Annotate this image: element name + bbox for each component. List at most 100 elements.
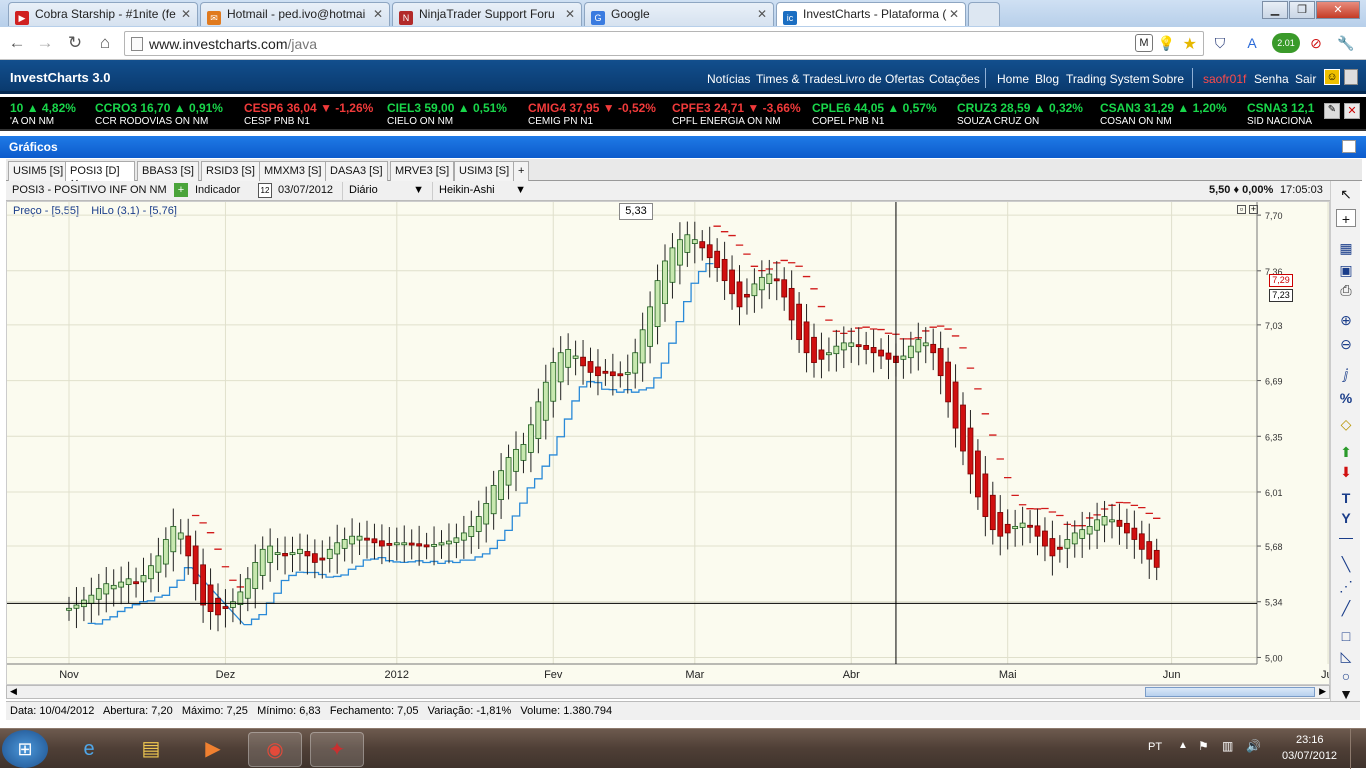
network-icon[interactable]: ▥ bbox=[1222, 739, 1233, 753]
text-icon[interactable]: T bbox=[1336, 489, 1356, 507]
back-icon[interactable]: ← bbox=[6, 32, 28, 54]
arrow-up-icon[interactable]: ⬆ bbox=[1336, 443, 1356, 461]
browser-tab-hotmail[interactable]: ✉ Hotmail - ped.ivo@hotmai ✕ bbox=[200, 2, 390, 26]
menu-times-trades[interactable]: Times & Trades bbox=[756, 72, 840, 86]
close-window-button[interactable]: ✕ bbox=[1316, 1, 1360, 19]
chart-canvas[interactable]: 7,707,367,036,696,356,015,685,345,00Nov D… bbox=[7, 202, 1329, 684]
scroll-right-icon[interactable]: ▶ bbox=[1319, 686, 1326, 697]
tab-mmxm3[interactable]: MMXM3 [S] bbox=[259, 161, 327, 181]
add-indicator-icon[interactable]: + bbox=[174, 183, 188, 197]
senha-link[interactable]: Senha bbox=[1254, 72, 1289, 86]
shield-icon[interactable]: ⛉ bbox=[1210, 33, 1230, 53]
show-desktop-button[interactable] bbox=[1350, 729, 1366, 769]
y-text-icon[interactable]: Y bbox=[1336, 509, 1356, 527]
close-tab-icon[interactable]: ✕ bbox=[949, 7, 959, 21]
tab-posi3[interactable]: POSI3 [D] ✕ bbox=[65, 161, 135, 190]
maximize-panel-icon[interactable] bbox=[1342, 140, 1356, 153]
explorer-icon[interactable]: ▤ bbox=[124, 732, 178, 767]
browser-tab-investcharts[interactable]: ic InvestCharts - Plataforma (✕ bbox=[776, 2, 966, 26]
restore-icon[interactable]: ▫ bbox=[1237, 205, 1246, 214]
tab-bbas3[interactable]: BBAS3 [S] bbox=[137, 161, 199, 181]
trendline-icon[interactable]: ╲ bbox=[1336, 555, 1356, 573]
add-tab-button[interactable]: + bbox=[513, 161, 530, 181]
lightbulb-icon[interactable]: 💡 bbox=[1158, 35, 1175, 52]
home-icon[interactable]: ⌂ bbox=[94, 32, 116, 54]
menu-sobre[interactable]: Sobre bbox=[1152, 72, 1184, 86]
ticker-item[interactable]: CPLE6 44,05 ▲ 0,57% COPEL PNB N1 bbox=[812, 101, 937, 127]
url-input[interactable]: www.investcharts.com/java M 💡 ★ bbox=[124, 31, 1204, 56]
browser-tab-google[interactable]: G Google ✕ bbox=[584, 2, 774, 26]
clock-time[interactable]: 23:16 bbox=[1296, 734, 1324, 746]
wrench-icon[interactable]: 🔧 bbox=[1336, 33, 1356, 53]
calendar-icon[interactable]: 12 bbox=[258, 183, 272, 198]
username-link[interactable]: saofr01f bbox=[1203, 72, 1246, 86]
forward-icon[interactable]: → bbox=[34, 32, 56, 54]
flag-icon[interactable]: ⚑ bbox=[1198, 739, 1209, 753]
price-chart[interactable]: Preço - [5,55] HiLo (3,1) - [5,76] 7,70 7… bbox=[6, 201, 1330, 685]
arrow-down-icon[interactable]: ⬇ bbox=[1336, 463, 1356, 481]
clock-date[interactable]: 03/07/2012 bbox=[1282, 750, 1337, 762]
user-icon[interactable]: ☺ bbox=[1324, 69, 1340, 85]
crosshair-icon[interactable]: + bbox=[1336, 209, 1356, 227]
ticker-item[interactable]: CIEL3 59,00 ▲ 0,51% CIELO ON NM bbox=[387, 101, 507, 127]
close-tab-icon[interactable]: ✕ bbox=[565, 7, 575, 21]
fibonacci-icon[interactable]: ⅉ bbox=[1336, 365, 1356, 383]
windows-start-icon[interactable]: ⊞ bbox=[2, 730, 48, 768]
java-app-icon[interactable]: ✦ bbox=[310, 732, 364, 767]
close-tab-icon[interactable]: ✕ bbox=[181, 7, 191, 21]
rectangle-icon[interactable]: □ bbox=[1336, 627, 1356, 645]
ellipse-icon[interactable]: ○ bbox=[1336, 667, 1356, 685]
ticker-item[interactable]: CSNA3 12,1 SID NACIONA bbox=[1247, 101, 1317, 127]
menu-home[interactable]: Home bbox=[997, 72, 1029, 86]
reload-icon[interactable]: ↻ bbox=[64, 32, 86, 54]
period-select[interactable]: Diário ▼ bbox=[342, 182, 428, 200]
star-icon[interactable]: ★ bbox=[1183, 34, 1197, 54]
tab-dasa3[interactable]: DASA3 [S] bbox=[325, 161, 388, 181]
menu-livro-ofertas[interactable]: Livro de Ofertas bbox=[839, 72, 924, 86]
tab-usim5[interactable]: USIM5 [S] bbox=[8, 161, 69, 181]
close-ticker-icon[interactable]: ✕ bbox=[1344, 103, 1360, 119]
symbol-label[interactable]: POSI3 - POSITIVO INF ON NM bbox=[12, 184, 167, 196]
date-field[interactable]: 03/07/2012 bbox=[278, 184, 333, 196]
menu-trading-system[interactable]: Trading System bbox=[1066, 72, 1150, 86]
ticker-item[interactable]: CCRO3 16,70 ▲ 0,91% CCR RODOVIAS ON NM bbox=[95, 101, 223, 127]
media-player-icon[interactable]: ▶ bbox=[186, 732, 240, 767]
ticker-item[interactable]: CPFE3 24,71 ▼ -3,66% CPFL ENERGIA ON NM bbox=[672, 101, 801, 127]
ticker-item[interactable]: CMIG4 37,95 ▼ -0,52% CEMIG PN N1 bbox=[528, 101, 656, 127]
percent-icon[interactable]: % bbox=[1336, 389, 1356, 407]
menu-noticias[interactable]: Notícias bbox=[707, 72, 750, 86]
tab-rsid3[interactable]: RSID3 [S] bbox=[201, 161, 260, 181]
scroll-left-icon[interactable]: ◀ bbox=[10, 686, 17, 697]
triangle-icon[interactable]: ◺ bbox=[1336, 647, 1356, 665]
horizontal-line-icon[interactable]: ⎺ bbox=[1336, 535, 1356, 553]
ticker-item[interactable]: CRUZ3 28,59 ▲ 0,32% SOUZA CRUZ ON bbox=[957, 101, 1083, 127]
pointer-icon[interactable]: ↖ bbox=[1336, 185, 1356, 203]
chrome-icon[interactable]: ◉ bbox=[248, 732, 302, 767]
browser-tab-youtube[interactable]: ▶ Cobra Starship - #1nite (fe ✕ bbox=[8, 2, 198, 26]
indicator-button[interactable]: Indicador bbox=[195, 184, 240, 196]
volume-icon[interactable]: 🔊 bbox=[1246, 739, 1261, 753]
expand-icon[interactable]: + bbox=[1249, 205, 1258, 214]
minimize-button[interactable]: ▁ bbox=[1262, 1, 1288, 19]
maximize-button[interactable]: ❐ bbox=[1289, 1, 1315, 19]
eraser-icon[interactable]: ◇ bbox=[1336, 415, 1356, 433]
language-indicator[interactable]: PT bbox=[1148, 741, 1162, 753]
extension-m-icon[interactable]: M bbox=[1135, 34, 1153, 52]
tab-mrve3[interactable]: MRVE3 [S] bbox=[390, 161, 455, 181]
tab-usim3[interactable]: USIM3 [S] bbox=[454, 161, 515, 181]
horizontal-scrollbar[interactable]: ◀ ▶ bbox=[6, 685, 1330, 699]
zoom-in-icon[interactable]: ⊕ bbox=[1336, 311, 1356, 329]
translate-icon[interactable]: A bbox=[1242, 33, 1262, 53]
channel-icon[interactable]: ⋰ bbox=[1336, 577, 1356, 595]
edit-icon[interactable]: ✎ bbox=[1324, 103, 1340, 119]
ticker-item[interactable]: CSAN3 31,29 ▲ 1,20% COSAN ON NM bbox=[1100, 101, 1227, 127]
ie-icon[interactable]: e bbox=[62, 732, 116, 767]
new-tab-button[interactable] bbox=[968, 2, 1000, 26]
block-icon[interactable]: ⊘ bbox=[1306, 33, 1326, 53]
ticker-item[interactable]: 10 ▲ 4,82% 'A ON NM bbox=[10, 101, 76, 127]
style-select[interactable]: Heikin-Ashi ▼ bbox=[432, 182, 530, 200]
browser-tab-ninjatrader[interactable]: N NinjaTrader Support Foru ✕ bbox=[392, 2, 582, 26]
menu-cotacoes[interactable]: Cotações bbox=[929, 72, 980, 86]
print-icon[interactable]: ⎙ bbox=[1336, 281, 1356, 299]
close-tab-icon[interactable]: ✕ bbox=[373, 7, 383, 21]
